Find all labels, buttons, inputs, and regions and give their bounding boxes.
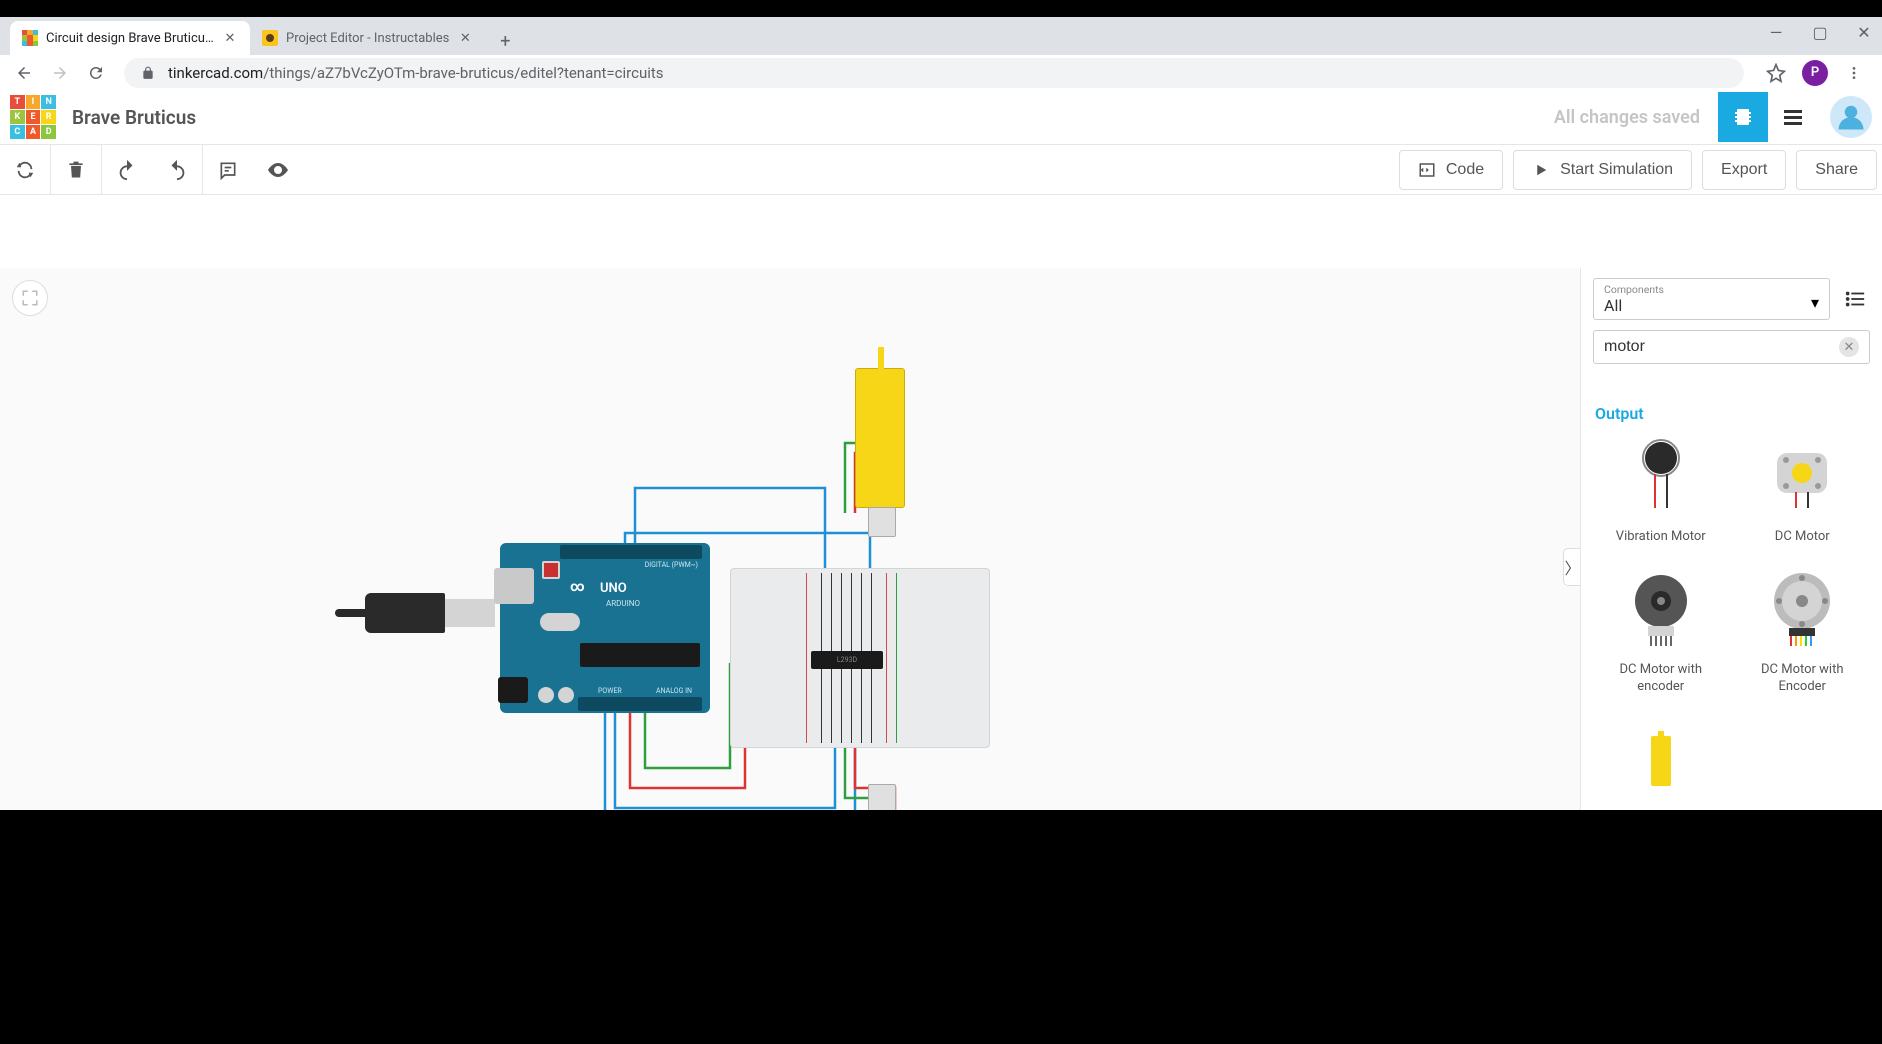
category-header: Output: [1595, 404, 1868, 423]
list-view-toggle[interactable]: [1840, 284, 1870, 314]
maximize-icon[interactable]: ▢: [1810, 23, 1830, 42]
close-icon[interactable]: ✕: [222, 30, 238, 46]
search-input[interactable]: [1604, 338, 1839, 356]
dc-motor-icon: [1752, 433, 1852, 523]
panel-collapse-handle[interactable]: 〉: [1563, 548, 1580, 586]
clear-search-icon[interactable]: ✕: [1839, 337, 1859, 357]
address-bar: tinkercad.com/things/aZ7bVcZyOTm-brave-b…: [0, 55, 1882, 90]
circuit-diagram: DIGITAL (PWM~) ∞ UNO ARDUINO POWER ANALO…: [335, 368, 995, 810]
user-avatar[interactable]: [1830, 96, 1872, 138]
instructables-favicon: [262, 30, 278, 46]
simulate-label: Start Simulation: [1560, 161, 1673, 179]
dc-motor-encoder-2-icon: [1752, 566, 1852, 656]
tinkercad-app: TINKERCAD Brave Bruticus All changes sav…: [0, 90, 1882, 810]
delete-tool[interactable]: [51, 145, 101, 195]
back-button[interactable]: [8, 57, 40, 89]
lock-icon: [138, 63, 158, 83]
l293d-ic[interactable]: L293D: [811, 651, 883, 669]
close-window-icon[interactable]: ✕: [1854, 23, 1874, 42]
workspace: DIGITAL (PWM~) ∞ UNO ARDUINO POWER ANALO…: [0, 268, 1882, 810]
circuit-view-button[interactable]: [1718, 92, 1768, 142]
tinkercad-logo[interactable]: TINKERCAD: [10, 95, 56, 139]
component-search-field[interactable]: ✕: [1593, 330, 1870, 364]
tinkercad-favicon: [22, 30, 38, 46]
code-button[interactable]: Code: [1399, 150, 1503, 190]
notes-tool[interactable]: [203, 145, 253, 195]
tab-title: Circuit design Brave Bruticus | Tin: [46, 31, 214, 46]
window-controls: — ▢ ✕: [1766, 23, 1874, 42]
component-vibration-motor[interactable]: Vibration Motor: [1595, 433, 1727, 546]
tab-title: Project Editor - Instructables: [286, 31, 449, 46]
usb-cable[interactable]: [335, 593, 485, 633]
project-title[interactable]: Brave Bruticus: [72, 106, 196, 129]
chevron-down-icon: ▾: [1811, 293, 1819, 312]
export-button[interactable]: Export: [1702, 150, 1786, 190]
visibility-tool[interactable]: [253, 145, 303, 195]
components-list[interactable]: Output Vibration Motor DC Motor DC Mo: [1581, 374, 1882, 810]
url-field[interactable]: tinkercad.com/things/aZ7bVcZyOTm-brave-b…: [124, 58, 1744, 88]
vibration-motor-icon: [1611, 433, 1711, 523]
components-panel: Components All ▾ ✕ Output: [1580, 268, 1882, 810]
browser-chrome: Circuit design Brave Bruticus | Tin ✕ Pr…: [0, 17, 1882, 90]
undo-button[interactable]: [102, 145, 152, 195]
tab-strip: Circuit design Brave Bruticus | Tin ✕ Pr…: [0, 17, 1882, 55]
circuit-canvas[interactable]: DIGITAL (PWM~) ∞ UNO ARDUINO POWER ANALO…: [0, 268, 1580, 810]
code-label: Code: [1446, 161, 1484, 179]
zoom-fit-button[interactable]: [12, 280, 48, 316]
schematic-view-button[interactable]: [1768, 92, 1818, 142]
editor-toolbar: Code Start Simulation Export Share: [0, 145, 1882, 195]
browser-tab-1[interactable]: Project Editor - Instructables ✕: [250, 21, 485, 55]
rotate-tool[interactable]: [0, 145, 50, 195]
gearmotor-icon: [1611, 716, 1711, 806]
components-dropdown[interactable]: Components All ▾: [1593, 278, 1830, 320]
chrome-menu-icon[interactable]: [1844, 63, 1864, 83]
save-status: All changes saved: [1554, 107, 1700, 128]
reload-button[interactable]: [80, 57, 112, 89]
profile-badge[interactable]: P: [1802, 60, 1828, 86]
component-dc-motor[interactable]: DC Motor: [1737, 433, 1869, 546]
star-icon[interactable]: [1766, 63, 1786, 83]
share-button[interactable]: Share: [1796, 150, 1877, 190]
dc-motor-encoder-icon: [1611, 566, 1711, 656]
browser-tab-0[interactable]: Circuit design Brave Bruticus | Tin ✕: [10, 21, 250, 55]
minimize-icon[interactable]: —: [1766, 23, 1786, 42]
forward-button[interactable]: [44, 57, 76, 89]
app-header: TINKERCAD Brave Bruticus All changes sav…: [0, 90, 1882, 145]
new-tab-button[interactable]: +: [491, 27, 519, 55]
start-simulation-button[interactable]: Start Simulation: [1513, 150, 1692, 190]
url-text: tinkercad.com/things/aZ7bVcZyOTm-brave-b…: [168, 64, 664, 82]
dc-motor-top[interactable]: [855, 368, 905, 508]
close-icon[interactable]: ✕: [457, 30, 473, 46]
component-dc-motor-encoder-1[interactable]: DC Motor with encoder: [1595, 566, 1727, 696]
component-gearmotor[interactable]: [1595, 716, 1727, 806]
arduino-uno[interactable]: DIGITAL (PWM~) ∞ UNO ARDUINO POWER ANALO…: [500, 543, 710, 713]
breadboard[interactable]: L293D: [730, 568, 990, 748]
component-dc-motor-encoder-2[interactable]: DC Motor with Encoder: [1737, 566, 1869, 696]
redo-button[interactable]: [152, 145, 202, 195]
